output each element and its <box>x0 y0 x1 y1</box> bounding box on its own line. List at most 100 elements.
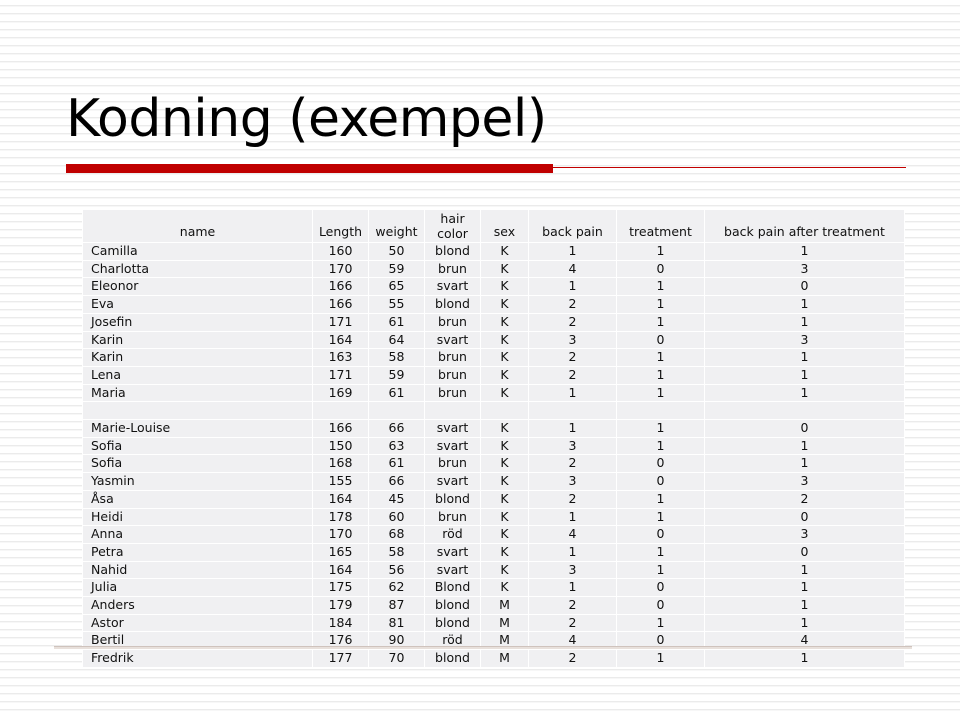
cell-sex: K <box>480 348 529 367</box>
column-header-back-pain-label: back pain <box>542 224 603 240</box>
cell-treatment: 0 <box>616 578 705 598</box>
table-row: Anna 170 68 röd K 4 0 3 <box>82 525 905 544</box>
cell-weight: 59 <box>368 259 425 279</box>
cell-weight: 61 <box>368 454 425 474</box>
cell-back_pain_after: 1 <box>704 649 905 668</box>
cell-sex: K <box>480 242 529 261</box>
cell-sex <box>480 401 529 421</box>
cell-treatment: 1 <box>616 277 705 297</box>
cell-treatment: 0 <box>616 596 705 615</box>
cell-length: 164 <box>312 489 369 509</box>
cell-sex: K <box>480 436 529 456</box>
cell-treatment: 1 <box>616 419 705 438</box>
cell-back_pain_after: 1 <box>704 295 905 314</box>
cell-sex: K <box>480 454 529 474</box>
cell-length: 171 <box>312 312 369 332</box>
cell-back_pain: 3 <box>528 330 617 350</box>
cell-sex: K <box>480 383 529 403</box>
cell-length: 164 <box>312 560 369 580</box>
cell-back_pain_after: 1 <box>704 242 905 261</box>
cell-hair_color: brun <box>424 507 481 527</box>
cell-name: Åsa <box>82 489 313 509</box>
cell-sex: K <box>480 277 529 297</box>
table-spacer-row <box>82 401 905 421</box>
cell-weight: 66 <box>368 419 425 438</box>
cell-treatment: 1 <box>616 489 705 509</box>
cell-sex: K <box>480 525 529 544</box>
cell-treatment: 1 <box>616 365 705 385</box>
cell-length: 170 <box>312 525 369 544</box>
cell-name: Lena <box>82 365 313 385</box>
cell-back_pain_after: 3 <box>704 330 905 350</box>
table-row: Marie-Louise 166 66 svart K 1 1 0 <box>82 419 905 438</box>
cell-length: 179 <box>312 596 369 615</box>
cell-name: Sofia <box>82 436 313 456</box>
cell-name: Maria <box>82 383 313 403</box>
cell-sex: K <box>480 330 529 350</box>
table-header: name Length weight hair color sex back p… <box>82 209 905 243</box>
table-row: Maria 169 61 brun K 1 1 1 <box>82 383 905 403</box>
column-header-back-pain-after-label: back pain after treatment <box>724 224 885 240</box>
cell-back_pain: 1 <box>528 383 617 403</box>
cell-back_pain_after: 3 <box>704 259 905 279</box>
cell-hair_color: svart <box>424 472 481 491</box>
cell-back_pain_after: 1 <box>704 613 905 633</box>
data-table-container: name Length weight hair color sex back p… <box>82 209 905 668</box>
column-header-treatment-label: treatment <box>629 224 692 240</box>
cell-sex: K <box>480 365 529 385</box>
cell-weight: 87 <box>368 596 425 615</box>
cell-hair_color: röd <box>424 525 481 544</box>
column-header-sex-label: sex <box>493 224 516 240</box>
cell-sex: K <box>480 507 529 527</box>
cell-weight: 56 <box>368 560 425 580</box>
cell-back_pain: 1 <box>528 419 617 438</box>
table-header-row: name Length weight hair color sex back p… <box>82 209 905 243</box>
slide-canvas: Kodning (exempel) name Length weight hai… <box>0 0 960 717</box>
cell-hair_color: svart <box>424 330 481 350</box>
table-row: Charlotta 170 59 brun K 4 0 3 <box>82 259 905 279</box>
cell-length: 169 <box>312 383 369 403</box>
cell-name: Yasmin <box>82 472 313 491</box>
table-row: Åsa 164 45 blond K 2 1 2 <box>82 489 905 509</box>
cell-treatment: 0 <box>616 472 705 491</box>
cell-back_pain: 2 <box>528 365 617 385</box>
cell-back_pain_after: 3 <box>704 525 905 544</box>
cell-treatment: 1 <box>616 542 705 562</box>
cell-hair_color: Blond <box>424 578 481 598</box>
cell-hair_color: brun <box>424 383 481 403</box>
cell-name: Heidi <box>82 507 313 527</box>
cell-weight: 70 <box>368 649 425 668</box>
cell-back_pain: 2 <box>528 489 617 509</box>
cell-hair_color: brun <box>424 365 481 385</box>
column-header-hair-color: hair color <box>424 209 481 243</box>
cell-length: 155 <box>312 472 369 491</box>
cell-hair_color: svart <box>424 436 481 456</box>
cell-length: 170 <box>312 259 369 279</box>
table-row: Lena 171 59 brun K 2 1 1 <box>82 365 905 385</box>
column-header-length: Length <box>312 209 369 243</box>
cell-length: 166 <box>312 419 369 438</box>
table-row: Sofia 150 63 svart K 3 1 1 <box>82 436 905 456</box>
cell-treatment <box>616 401 705 421</box>
cell-back_pain_after: 1 <box>704 578 905 598</box>
cell-back_pain: 2 <box>528 295 617 314</box>
column-header-weight-label: weight <box>375 224 418 240</box>
column-header-name-label: name <box>179 224 216 240</box>
cell-back_pain: 3 <box>528 472 617 491</box>
cell-weight: 50 <box>368 242 425 261</box>
column-header-length-label: Length <box>318 224 363 240</box>
cell-length: 164 <box>312 330 369 350</box>
cell-weight: 62 <box>368 578 425 598</box>
cell-back_pain: 2 <box>528 348 617 367</box>
cell-back_pain: 2 <box>528 596 617 615</box>
cell-name: Astor <box>82 613 313 633</box>
column-header-back-pain-after: back pain after treatment <box>704 209 905 243</box>
cell-weight: 68 <box>368 525 425 544</box>
table-row: Eva 166 55 blond K 2 1 1 <box>82 295 905 314</box>
cell-back_pain: 4 <box>528 259 617 279</box>
cell-back_pain: 1 <box>528 507 617 527</box>
cell-name: Marie-Louise <box>82 419 313 438</box>
cell-sex: K <box>480 259 529 279</box>
cell-hair_color: brun <box>424 348 481 367</box>
cell-name: Karin <box>82 330 313 350</box>
